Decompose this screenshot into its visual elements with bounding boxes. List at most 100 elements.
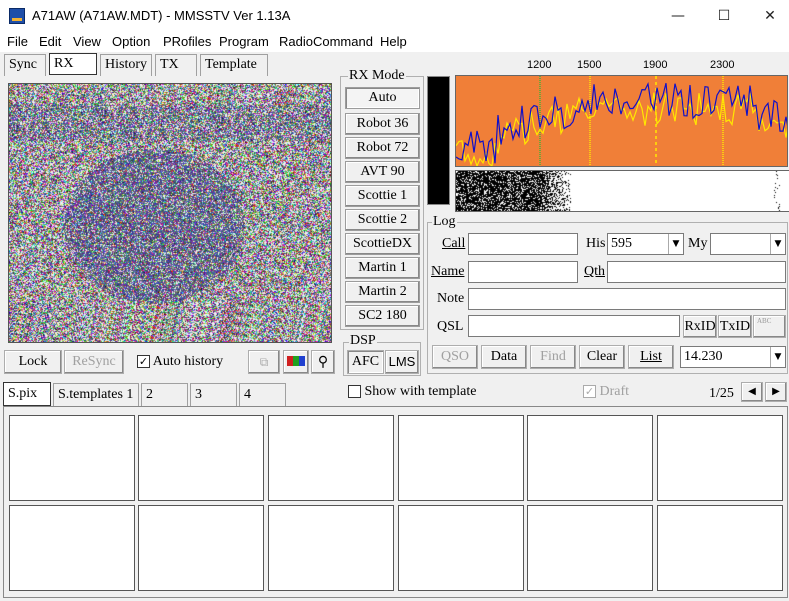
menu-radiocommand[interactable]: RadioCommand [279,34,373,49]
qso-button[interactable]: QSO [432,345,478,369]
window-title: A71AW (A71AW.MDT) - MMSSTV Ver 1.13A [32,8,291,23]
menu-profiles[interactable]: PRofiles [163,34,211,49]
tab-history[interactable]: History [100,54,152,76]
tab-4[interactable]: 4 [239,383,286,406]
page-indicator: 1/25 [709,386,734,401]
spectrum-display[interactable] [455,75,788,167]
clear-button[interactable]: Clear [579,345,625,369]
zoom-icon[interactable]: ⚲ [311,350,335,374]
lock-button[interactable]: Lock [4,350,62,374]
tab-stemplates-1[interactable]: S.templates 1 [53,383,139,406]
frequency-value: 14.230 [684,349,723,364]
thumbnail-slot[interactable] [657,505,783,591]
auto-history-label: Auto history [152,354,224,369]
afc-button[interactable]: AFC [347,350,384,374]
abc-icon[interactable]: ABC [753,315,786,338]
freq-tick-1500: 1500 [577,59,602,71]
thumbnail-slot[interactable] [527,415,653,501]
mode-martin2[interactable]: Martin 2 [345,281,420,303]
tab-spix[interactable]: S.pix [3,382,51,406]
note-field[interactable] [468,288,786,310]
thumbnail-slot[interactable] [268,505,394,591]
next-page-icon[interactable]: ▶ [765,382,787,402]
mode-scottie2[interactable]: Scottie 2 [345,209,420,231]
app-icon [9,8,25,24]
rx-mode-title: RX Mode [348,68,406,84]
tab-template[interactable]: Template [200,54,268,76]
lms-button[interactable]: LMS [385,350,419,374]
menu-option[interactable]: Option [112,34,150,49]
checkbox-icon [348,385,361,399]
menu-file[interactable]: File [7,34,28,49]
auto-history-checkbox[interactable]: ✓ Auto history [137,354,223,370]
thumbnail-slot[interactable] [138,505,264,591]
prev-page-icon[interactable]: ◀ [741,382,763,402]
mode-scottie1[interactable]: Scottie 1 [345,185,420,207]
chevron-down-icon[interactable]: ▼ [668,234,683,254]
mode-scottiedx[interactable]: ScottieDX [345,233,420,255]
tab-tx[interactable]: TX [155,54,197,76]
list-button[interactable]: List [628,345,674,369]
thumbnail-slot[interactable] [398,505,524,591]
maximize-button[interactable]: ☐ [701,0,747,32]
his-value: 595 [611,236,632,251]
draft-checkbox[interactable]: ✓ Draft [583,384,629,400]
chevron-down-icon[interactable]: ▼ [770,347,785,367]
resync-button[interactable]: ReSync [64,350,124,374]
mode-robot36[interactable]: Robot 36 [345,113,420,135]
mode-sc2-180[interactable]: SC2 180 [345,305,420,327]
thumbnail-slot[interactable] [138,415,264,501]
thumbnail-slot[interactable] [268,415,394,501]
thumbnail-slot[interactable] [9,415,135,501]
tab-sync[interactable]: Sync [4,54,46,76]
rx-image[interactable] [8,83,332,343]
his-field[interactable]: 595 ▼ [607,233,684,255]
copy-image-icon[interactable]: ⧉ [248,350,280,374]
thumbnail-slot[interactable] [9,505,135,591]
find-button[interactable]: Find [530,345,576,369]
mode-auto[interactable]: Auto [345,87,420,109]
minimize-button[interactable]: — [655,0,701,32]
close-button[interactable]: ✕ [747,0,789,32]
show-with-template-checkbox[interactable]: Show with template [348,384,477,400]
my-field[interactable]: ▼ [710,233,786,255]
tab-2[interactable]: 2 [141,383,188,406]
tab-3[interactable]: 3 [190,383,237,406]
show-with-template-label: Show with template [364,384,477,399]
log-title: Log [432,214,457,230]
freq-tick-1900: 1900 [643,59,668,71]
menu-bar: File Edit View Option PRofiles Program R… [0,32,789,52]
qsl-field[interactable] [468,315,680,337]
color-palette-icon[interactable] [283,350,309,374]
menu-view[interactable]: View [73,34,101,49]
freq-tick-2300: 2300 [710,59,735,71]
level-meter [427,76,450,205]
waterfall-display[interactable] [455,170,789,212]
note-label: Note [437,291,465,306]
menu-program[interactable]: Program [219,34,269,49]
thumbnail-slot[interactable] [527,505,653,591]
call-label: Call [442,236,466,251]
qth-field[interactable] [607,261,786,283]
my-label: My [688,236,708,251]
qth-label: Qth [584,264,605,279]
abc-icon-text: ABC [757,317,772,325]
txid-button[interactable]: TxID [718,315,752,338]
mode-avt90[interactable]: AVT 90 [345,161,420,183]
draft-label: Draft [599,384,630,399]
dsp-title: DSP [349,333,377,349]
frequency-combo[interactable]: 14.230 ▼ [680,346,786,368]
menu-help[interactable]: Help [380,34,407,49]
mode-robot72[interactable]: Robot 72 [345,137,420,159]
tab-rx[interactable]: RX [49,53,97,75]
chevron-down-icon[interactable]: ▼ [770,234,785,254]
menu-edit[interactable]: Edit [39,34,61,49]
data-button[interactable]: Data [481,345,527,369]
rxid-button[interactable]: RxID [683,315,717,338]
thumbnail-slot[interactable] [657,415,783,501]
title-bar: A71AW (A71AW.MDT) - MMSSTV Ver 1.13A — ☐… [0,0,789,32]
name-field[interactable] [468,261,578,283]
mode-martin1[interactable]: Martin 1 [345,257,420,279]
call-field[interactable] [468,233,578,255]
thumbnail-slot[interactable] [398,415,524,501]
